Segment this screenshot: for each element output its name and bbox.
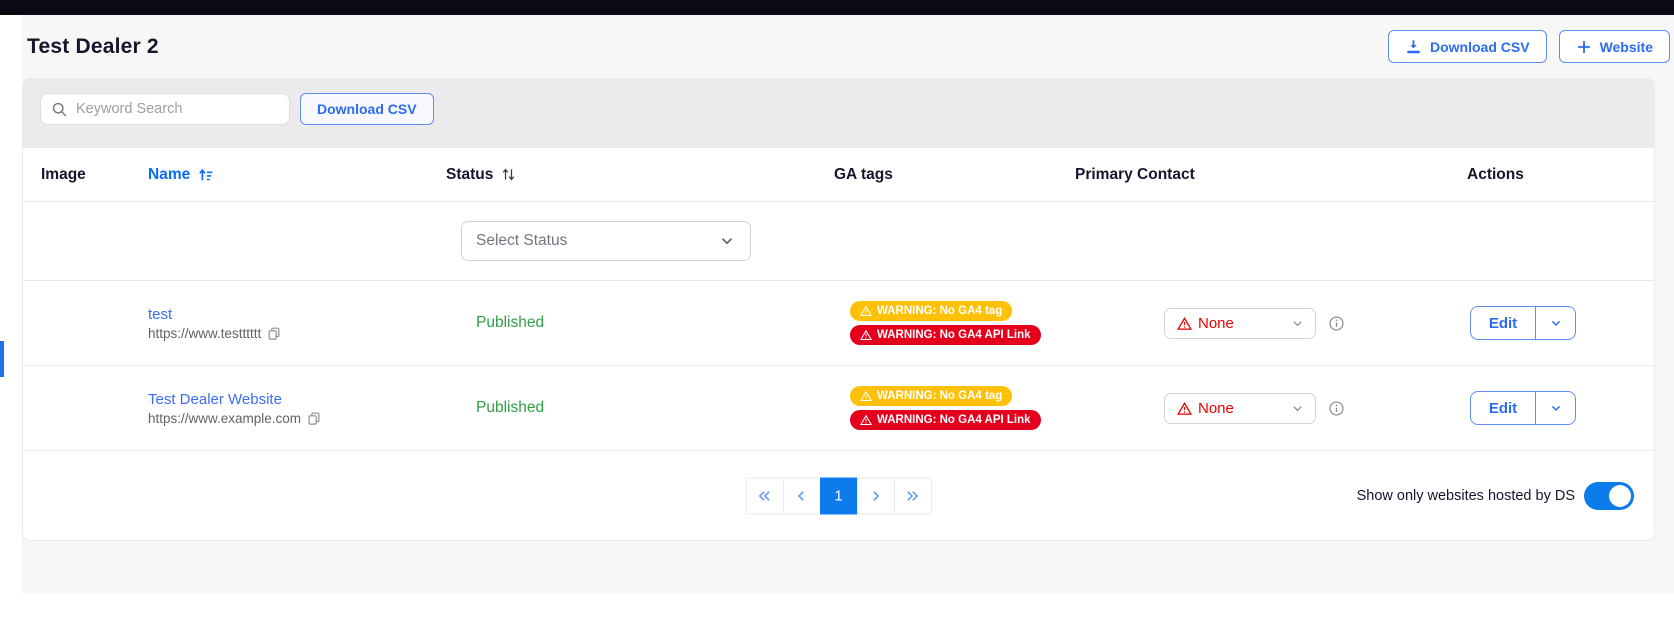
pagination-page-1[interactable]: 1 xyxy=(820,477,858,514)
download-icon xyxy=(1405,38,1422,55)
sort-icon xyxy=(500,166,517,183)
websites-card: Download CSV Image Name Status xyxy=(22,78,1655,541)
page-title: Test Dealer 2 xyxy=(27,35,159,59)
add-website-button[interactable]: Website xyxy=(1559,30,1670,63)
column-header-primary-contact: Primary Contact xyxy=(1075,166,1467,184)
column-header-image: Image xyxy=(41,166,148,184)
chevron-down-icon xyxy=(1548,400,1564,416)
info-icon[interactable] xyxy=(1328,315,1345,332)
column-header-name[interactable]: Name xyxy=(148,166,446,184)
table-toolbar: Download CSV xyxy=(22,78,1655,148)
edit-split-button: Edit xyxy=(1470,391,1576,425)
sort-ascending-icon xyxy=(197,166,215,184)
edit-button[interactable]: Edit xyxy=(1471,392,1535,424)
table-header-row: Image Name Status GA tags xyxy=(23,148,1654,202)
plus-icon xyxy=(1576,39,1592,55)
edit-button[interactable]: Edit xyxy=(1471,307,1535,339)
pagination-first-button[interactable] xyxy=(746,477,784,514)
chevron-down-icon xyxy=(718,232,736,250)
search-box xyxy=(40,93,290,125)
warning-icon xyxy=(860,414,872,426)
pagination-next-button[interactable] xyxy=(857,477,895,514)
ga-tags-cell: WARNING: No GA4 tag WARNING: No GA4 API … xyxy=(834,301,1075,345)
website-name-link[interactable]: test xyxy=(148,306,446,323)
status-value: Published xyxy=(446,399,834,417)
chevron-down-icon xyxy=(1290,316,1305,331)
double-chevron-left-icon xyxy=(756,487,773,504)
column-header-status[interactable]: Status xyxy=(446,166,834,184)
ga4-tag-warning-badge: WARNING: No GA4 tag xyxy=(850,386,1012,406)
warning-icon xyxy=(1177,401,1192,416)
name-cell: Test Dealer Website https://www.example.… xyxy=(148,391,446,426)
website-name-link[interactable]: Test Dealer Website xyxy=(148,391,446,408)
pagination-last-button[interactable] xyxy=(894,477,932,514)
websites-table: Image Name Status GA tags xyxy=(22,148,1655,541)
column-header-actions: Actions xyxy=(1467,166,1654,184)
ga4-tag-warning-badge: WARNING: No GA4 tag xyxy=(850,301,1012,321)
warning-icon xyxy=(860,305,872,317)
status-filter-select[interactable]: Select Status xyxy=(461,221,751,261)
ga4-api-warning-badge: WARNING: No GA4 API Link xyxy=(850,325,1041,345)
toolbar-download-csv-button[interactable]: Download CSV xyxy=(300,93,434,125)
warning-icon xyxy=(1177,316,1192,331)
chevron-down-icon xyxy=(1290,401,1305,416)
top-black-bar xyxy=(0,0,1674,15)
primary-contact-cell: None xyxy=(1075,308,1467,339)
toggle-knob xyxy=(1609,485,1631,507)
chevron-right-icon xyxy=(867,487,884,504)
info-icon[interactable] xyxy=(1328,400,1345,417)
website-url: https://www.example.com xyxy=(148,411,301,426)
hosted-by-ds-toggle[interactable] xyxy=(1584,482,1634,510)
column-header-ga-tags: GA tags xyxy=(834,166,1075,184)
pagination: 1 xyxy=(746,477,932,514)
actions-cell: Edit xyxy=(1467,391,1654,425)
primary-contact-select[interactable]: None xyxy=(1164,393,1316,424)
website-url: https://www.testttttt xyxy=(148,326,261,341)
header-actions: Download CSV Website xyxy=(1388,30,1670,63)
copy-icon[interactable] xyxy=(307,411,321,425)
edit-dropdown-button[interactable] xyxy=(1535,307,1575,339)
keyword-search-input[interactable] xyxy=(76,101,279,117)
page-header: Test Dealer 2 Download CSV Website xyxy=(22,15,1674,69)
copy-icon[interactable] xyxy=(267,326,281,340)
left-accent-bar xyxy=(0,341,4,377)
status-value: Published xyxy=(446,314,834,332)
toggle-label: Show only websites hosted by DS xyxy=(1357,488,1575,504)
edit-dropdown-button[interactable] xyxy=(1535,392,1575,424)
name-cell: test https://www.testttttt xyxy=(148,306,446,341)
search-icon xyxy=(51,101,68,118)
chevron-down-icon xyxy=(1548,315,1564,331)
table-row: test https://www.testttttt Published WAR… xyxy=(23,281,1654,366)
warning-icon xyxy=(860,329,872,341)
download-csv-button[interactable]: Download CSV xyxy=(1388,30,1547,63)
edit-split-button: Edit xyxy=(1470,306,1576,340)
warning-icon xyxy=(860,390,872,402)
filter-row: Select Status xyxy=(23,202,1654,281)
actions-cell: Edit xyxy=(1467,306,1654,340)
primary-contact-cell: None xyxy=(1075,393,1467,424)
primary-contact-select[interactable]: None xyxy=(1164,308,1316,339)
chevron-left-icon xyxy=(793,487,810,504)
pagination-prev-button[interactable] xyxy=(783,477,821,514)
table-footer: 1 Show only websites hosted by DS xyxy=(23,451,1654,540)
hosted-toggle-group: Show only websites hosted by DS xyxy=(1357,482,1634,510)
ga4-api-warning-badge: WARNING: No GA4 API Link xyxy=(850,410,1041,430)
main-panel: Test Dealer 2 Download CSV Website xyxy=(22,15,1674,594)
table-row: Test Dealer Website https://www.example.… xyxy=(23,366,1654,451)
ga-tags-cell: WARNING: No GA4 tag WARNING: No GA4 API … xyxy=(834,386,1075,430)
double-chevron-right-icon xyxy=(904,487,921,504)
